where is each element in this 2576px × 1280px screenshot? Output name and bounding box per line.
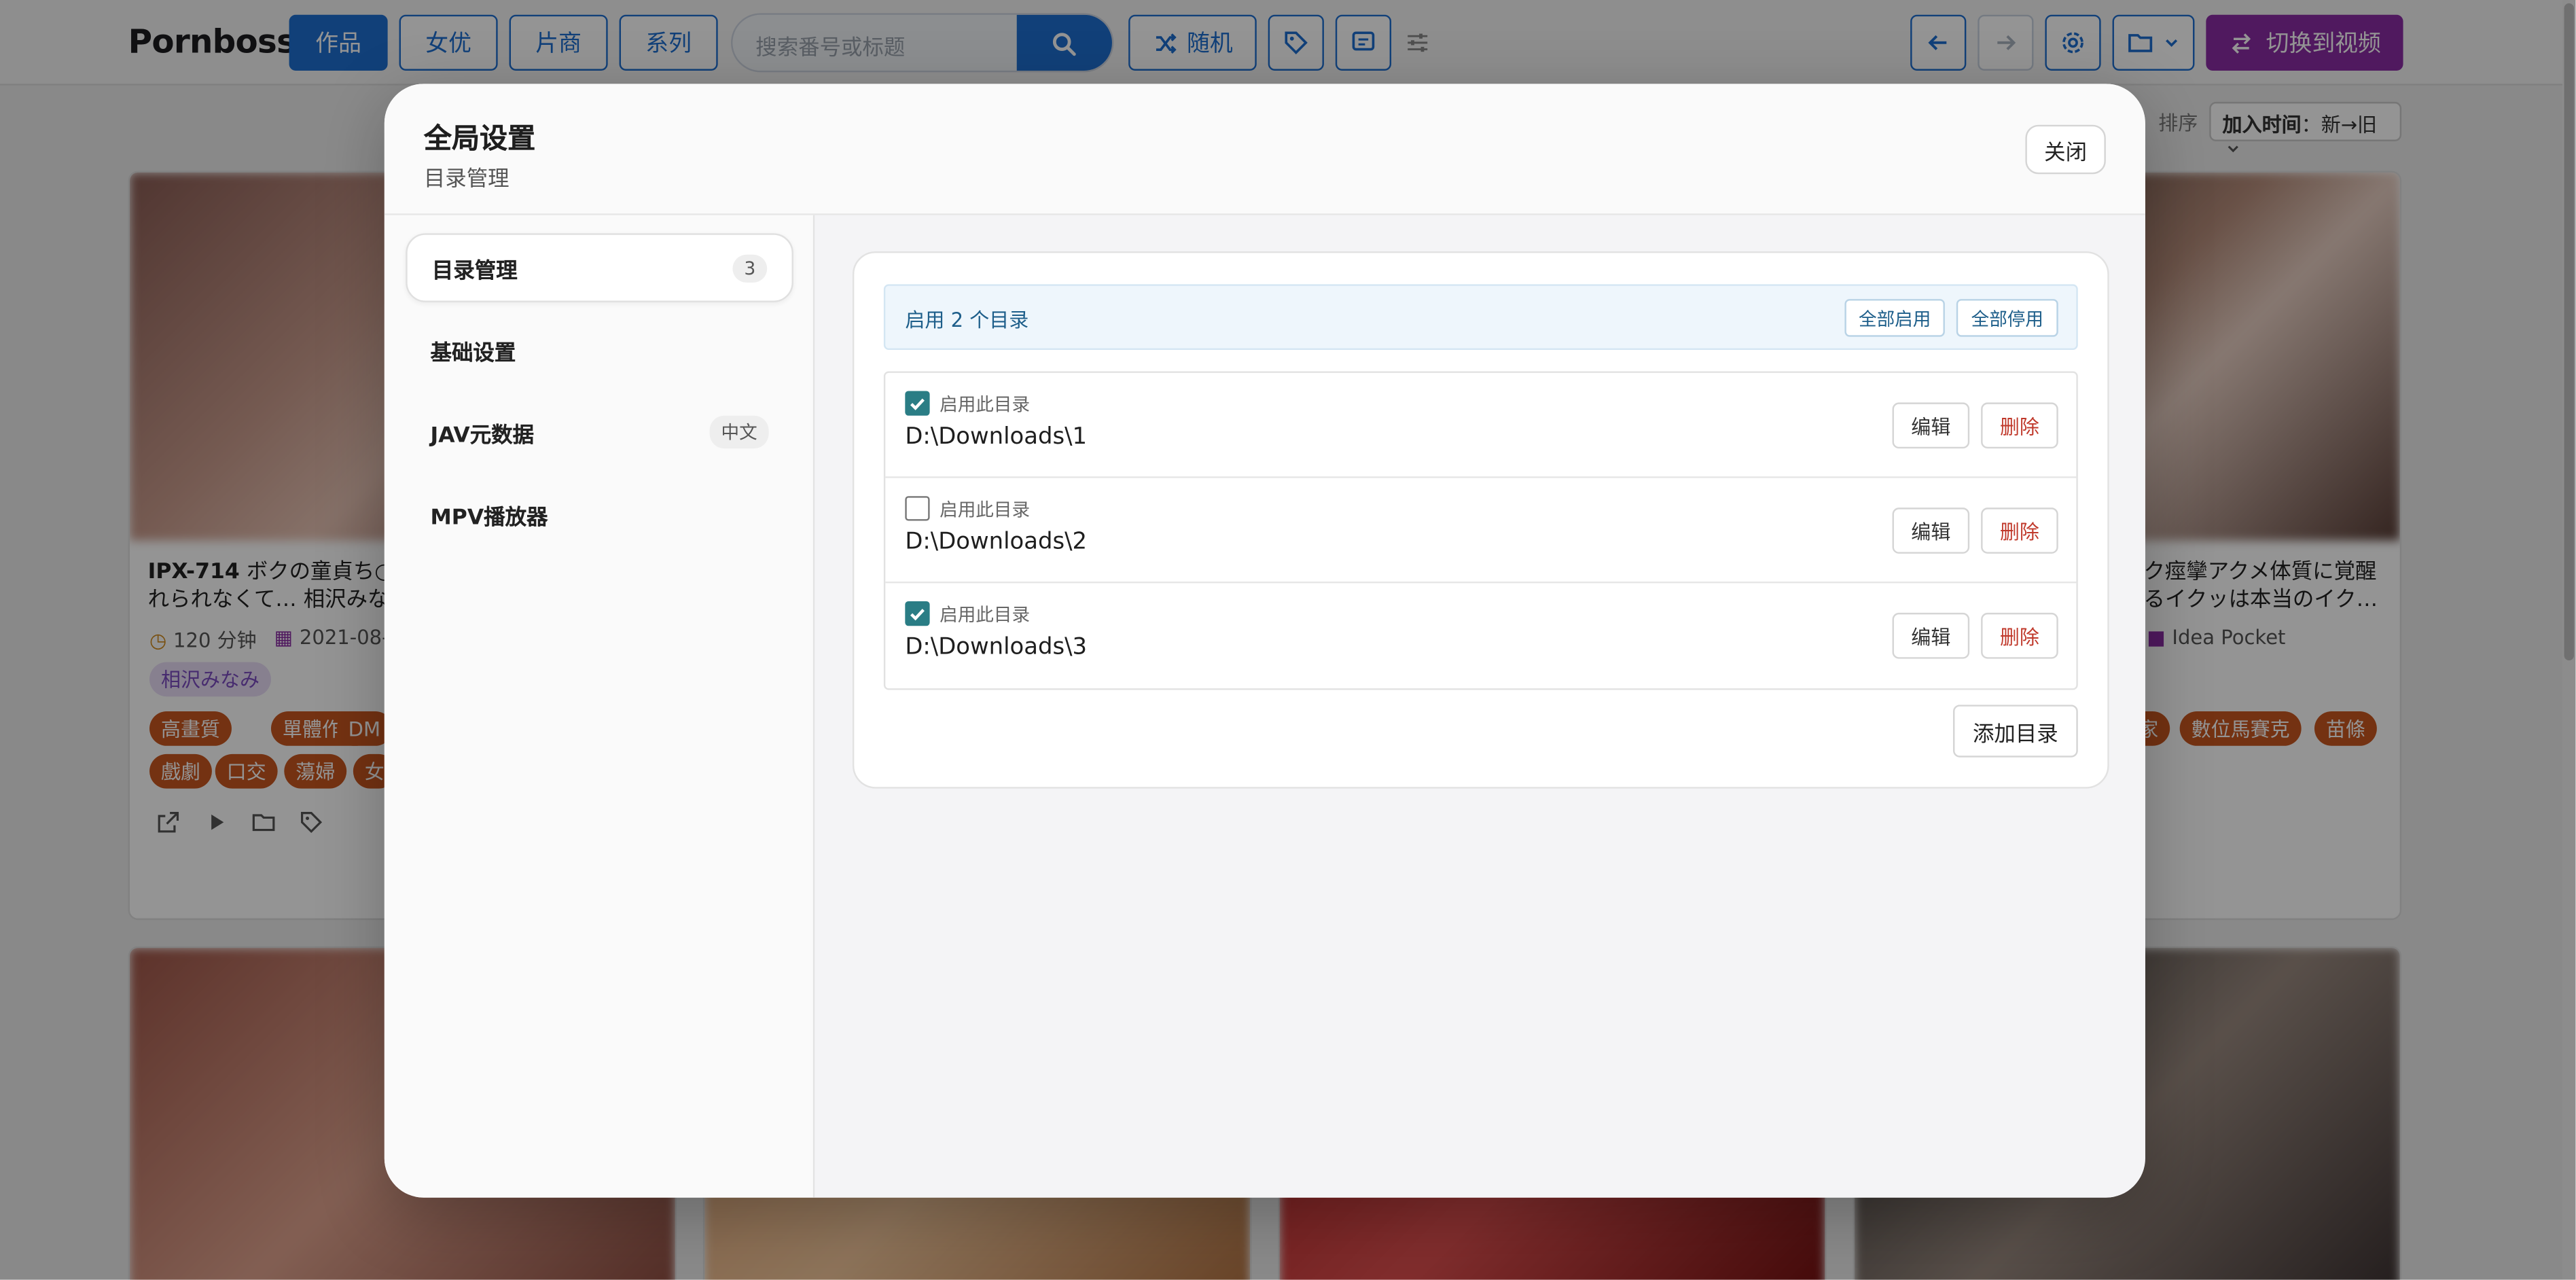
directory-list: 启用此目录 D:\Downloads\1 编辑 删除 启用此目录 D:\Down…: [883, 371, 2078, 690]
disable-all-button[interactable]: 全部停用: [1956, 299, 2058, 337]
directory-path: D:\Downloads\1: [905, 423, 1088, 450]
directory-row: 启用此目录 D:\Downloads\1 编辑 删除: [885, 373, 2077, 478]
sidebar-item-directory-management[interactable]: 目录管理 3: [406, 233, 793, 302]
close-button[interactable]: 关闭: [2025, 124, 2106, 175]
sidebar-item-label: JAV元数据: [430, 423, 535, 448]
enable-all-button[interactable]: 全部启用: [1844, 299, 1945, 337]
enable-label: 启用此目录: [940, 394, 1031, 416]
edit-button[interactable]: 编辑: [1892, 612, 1970, 659]
edit-button[interactable]: 编辑: [1892, 402, 1970, 449]
enabled-summary: 启用 2 个目录: [905, 308, 1029, 332]
enable-checkbox[interactable]: [905, 601, 930, 626]
sidebar-item-jav-metadata[interactable]: JAV元数据 中文: [406, 397, 793, 467]
enable-checkbox[interactable]: [905, 496, 930, 521]
directory-summary-bar: 启用 2 个目录 全部启用 全部停用: [883, 284, 2078, 351]
delete-button[interactable]: 删除: [1981, 612, 2058, 659]
sidebar-item-label: 基础设置: [430, 340, 516, 366]
sidebar-item-label: MPV播放器: [430, 505, 548, 530]
add-directory-button[interactable]: 添加目录: [1953, 705, 2078, 758]
settings-sidebar: 目录管理 3 基础设置 JAV元数据 中文 MPV播放器: [384, 215, 815, 1198]
directory-path: D:\Downloads\2: [905, 529, 1088, 556]
sidebar-item-label: 目录管理: [431, 258, 518, 284]
count-badge: 3: [732, 253, 768, 282]
delete-button[interactable]: 删除: [1981, 402, 2058, 449]
directory-row: 启用此目录 D:\Downloads\3 编辑 删除: [885, 583, 2076, 688]
sidebar-item-basic-settings[interactable]: 基础设置: [406, 315, 793, 385]
settings-modal: 全局设置 目录管理 关闭 目录管理 3 基础设置 JAV元数据 中文 MPV播放…: [384, 84, 2145, 1198]
modal-header: 全局设置 目录管理 关闭: [384, 84, 2145, 215]
settings-content: 启用 2 个目录 全部启用 全部停用 启用此目录 D:\Downloads\1 …: [815, 215, 2145, 1198]
check-icon: [910, 398, 925, 410]
check-icon: [910, 609, 925, 621]
enable-label: 启用此目录: [940, 499, 1031, 521]
enable-label: 启用此目录: [940, 604, 1031, 626]
delete-button[interactable]: 删除: [1981, 508, 2058, 554]
language-badge: 中文: [709, 415, 769, 449]
directory-panel: 启用 2 个目录 全部启用 全部停用 启用此目录 D:\Downloads\1 …: [852, 251, 2109, 789]
directory-row: 启用此目录 D:\Downloads\2 编辑 删除: [885, 478, 2077, 584]
directory-path: D:\Downloads\3: [905, 634, 1088, 661]
edit-button[interactable]: 编辑: [1892, 508, 1970, 554]
sidebar-item-mpv-player[interactable]: MPV播放器: [406, 480, 793, 549]
modal-title: 全局设置: [423, 123, 536, 156]
enable-checkbox[interactable]: [905, 391, 930, 416]
modal-subtitle: 目录管理: [423, 167, 509, 192]
